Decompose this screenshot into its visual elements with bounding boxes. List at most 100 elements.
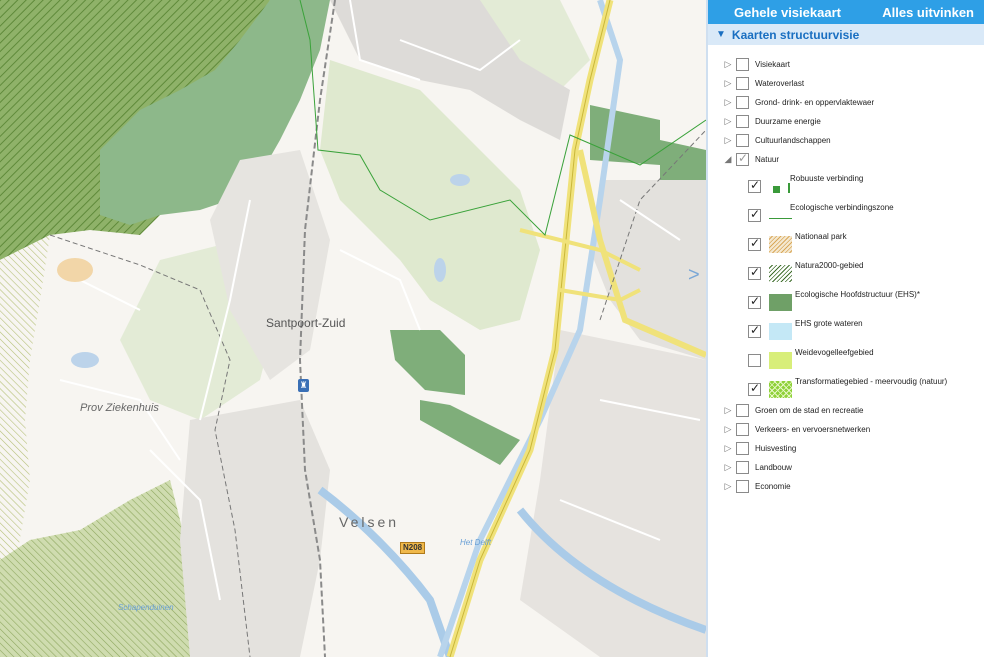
expand-triangle-icon[interactable]: ▷ — [722, 443, 734, 454]
layer-row-huisvesting[interactable]: ▷ Huisvesting — [722, 439, 796, 458]
layer-label: Visiekaart — [755, 60, 790, 69]
layer-checkbox[interactable] — [736, 96, 749, 109]
label-velsen: Velsen — [339, 514, 400, 530]
sublayer-row-natura2000[interactable]: Natura2000-gebied — [748, 259, 864, 288]
expand-triangle-icon[interactable]: ▷ — [722, 116, 734, 127]
train-station-icon: ♜ — [298, 379, 309, 392]
dune-area — [0, 480, 190, 657]
expand-triangle-icon[interactable]: ▷ — [722, 78, 734, 89]
sublayer-row-ecologische-verbindingszone[interactable]: Ecologische verbindingszone — [748, 201, 894, 230]
alles-uitvinken-button[interactable]: Alles uitvinken — [882, 5, 974, 20]
sublayer-label: Transformatiegebied - meervoudig (natuur… — [795, 377, 948, 386]
sublayer-label: Weidevogelleefgebied — [795, 348, 874, 357]
sublayer-row-ehs-grote-wateren[interactable]: EHS grote wateren — [748, 317, 863, 346]
sublayer-checkbox[interactable] — [748, 323, 761, 338]
panel-topbar: Gehele visiekaart Alles uitvinken — [708, 0, 984, 24]
label-schapenduinen: Schapenduinen — [118, 603, 174, 612]
sublayer-label: Natura2000-gebied — [795, 261, 864, 270]
label-het-delft: Het Delft — [460, 538, 492, 547]
layer-checkbox[interactable] — [736, 461, 749, 474]
section-title: Kaarten structuurvisie — [731, 27, 860, 42]
layer-checkbox[interactable] — [736, 442, 749, 455]
layer-label: Economie — [755, 482, 791, 491]
sublayer-checkbox[interactable] — [748, 294, 761, 309]
sublayer-label: Nationaal park — [795, 232, 847, 241]
chevron-down-icon: ▼ — [716, 29, 726, 40]
layer-checkbox[interactable] — [736, 134, 749, 147]
legend-robuust-icon — [769, 178, 792, 195]
legend-light-blue-icon — [769, 323, 792, 340]
legend-hatch-green-icon — [769, 265, 792, 282]
layer-label: Groen om de stad en recreatie — [755, 406, 864, 415]
app-root: Santpoort-Zuid Velsen Prov Ziekenhuis He… — [0, 0, 984, 657]
sublayer-row-ehs[interactable]: Ecologische Hoofdstructuur (EHS)* — [748, 288, 920, 317]
panel-toggle-chevron-icon[interactable]: > — [688, 264, 700, 287]
layer-label: Natuur — [755, 155, 780, 164]
collapse-triangle-icon[interactable]: ◢ — [722, 154, 734, 165]
expand-triangle-icon[interactable]: ▷ — [722, 481, 734, 492]
sublayer-row-nationaal-park[interactable]: Nationaal park — [748, 230, 847, 259]
layer-label: Huisvesting — [755, 444, 797, 453]
sublayer-label: EHS grote wateren — [795, 319, 863, 328]
sublayer-label: Ecologische Hoofdstructuur (EHS)* — [795, 290, 920, 299]
legend-solid-green-icon — [769, 294, 792, 311]
layer-row-landbouw[interactable]: ▷ Landbouw — [722, 458, 792, 477]
layer-row-cultuurlandschappen[interactable]: ▷ Cultuurlandschappen — [722, 131, 831, 150]
sublayer-row-robuuste-verbinding[interactable]: Robuuste verbinding — [748, 172, 863, 201]
layer-checkbox[interactable] — [736, 480, 749, 493]
layer-checkbox[interactable] — [736, 423, 749, 436]
layer-row-natuur[interactable]: ◢ Natuur — [722, 150, 779, 169]
expand-triangle-icon[interactable]: ▷ — [722, 462, 734, 473]
expand-triangle-icon[interactable]: ▷ — [722, 59, 734, 70]
layer-label: Cultuurlandschappen — [755, 136, 831, 145]
layer-row-groen-om-de-stad[interactable]: ▷ Groen om de stad en recreatie — [722, 401, 864, 420]
ehs-strip — [420, 400, 520, 465]
layer-row-grond-drink-oppervlaktewater[interactable]: ▷ Grond- drink- en oppervlaktewaer — [722, 93, 874, 112]
legend-cross-green-icon — [769, 381, 792, 398]
sublayer-checkbox[interactable] — [748, 207, 761, 222]
layer-label: Verkeers- en vervoersnetwerken — [755, 425, 871, 434]
layer-label: Landbouw — [755, 463, 792, 472]
gehele-visiekaart-button[interactable]: Gehele visiekaart — [734, 5, 841, 20]
road-shield-n208: N208 — [400, 542, 426, 554]
expand-triangle-icon[interactable]: ▷ — [722, 135, 734, 146]
urban-southwest — [180, 400, 330, 657]
layer-checkbox[interactable] — [736, 77, 749, 90]
sublayer-row-transformatiegebied[interactable]: Transformatiegebied - meervoudig (natuur… — [748, 375, 947, 404]
layer-checkbox[interactable] — [736, 404, 749, 417]
sublayer-row-weidevogelleefgebied[interactable]: Weidevogelleefgebied — [748, 346, 874, 375]
legend-line-green-icon — [769, 207, 792, 224]
expand-triangle-icon[interactable]: ▷ — [722, 405, 734, 416]
legend-lime-icon — [769, 352, 792, 369]
layer-label: Duurzame energie — [755, 117, 821, 126]
sublayer-label: Robuuste verbinding — [790, 174, 864, 183]
label-santpoort-zuid: Santpoort-Zuid — [266, 316, 346, 330]
expand-triangle-icon[interactable]: ▷ — [722, 97, 734, 108]
map-view[interactable]: Santpoort-Zuid Velsen Prov Ziekenhuis He… — [0, 0, 706, 657]
sublayer-checkbox[interactable] — [748, 381, 761, 396]
expand-triangle-icon[interactable]: ▷ — [722, 424, 734, 435]
sublayer-checkbox[interactable] — [748, 178, 761, 193]
sublayer-checkbox[interactable] — [748, 236, 761, 251]
layer-checkbox[interactable] — [736, 58, 749, 71]
nationaal-park-area — [0, 235, 50, 560]
sublayer-label: Ecologische verbindingszone — [790, 203, 894, 212]
ehs-patch — [390, 330, 465, 395]
legend-hatch-orange-icon — [769, 236, 792, 253]
layer-checkbox[interactable] — [736, 115, 749, 128]
layer-row-duurzame-energie[interactable]: ▷ Duurzame energie — [722, 112, 821, 131]
layer-row-visiekaart[interactable]: ▷ Visiekaart — [722, 55, 790, 74]
sublayer-checkbox[interactable] — [748, 265, 761, 280]
layer-label: Grond- drink- en oppervlaktewaer — [755, 98, 875, 107]
ehs-east — [590, 105, 660, 165]
layer-row-wateroverlast[interactable]: ▷ Wateroverlast — [722, 74, 804, 93]
map-canvas[interactable] — [0, 0, 706, 657]
layer-label: Wateroverlast — [755, 79, 805, 88]
sublayer-checkbox[interactable] — [748, 354, 761, 367]
layer-panel: Gehele visiekaart Alles uitvinken ▼ Kaar… — [706, 0, 984, 657]
layer-row-economie[interactable]: ▷ Economie — [722, 477, 791, 496]
layer-row-verkeers-vervoersnetwerken[interactable]: ▷ Verkeers- en vervoersnetwerken — [722, 420, 870, 439]
label-prov-ziekenhuis: Prov Ziekenhuis — [80, 402, 159, 414]
layer-checkbox[interactable] — [736, 151, 749, 166]
section-header-kaarten[interactable]: ▼ Kaarten structuurvisie — [708, 24, 984, 45]
